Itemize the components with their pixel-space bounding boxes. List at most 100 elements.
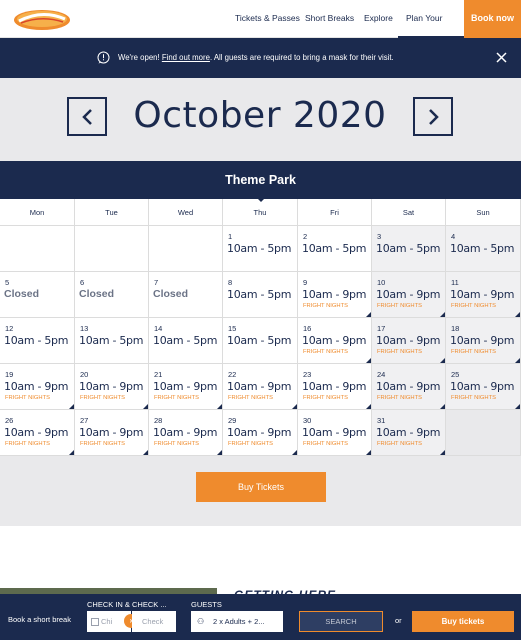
today-marker [257,198,265,202]
calendar-day-cell[interactable]: 5 Closed [0,272,75,318]
opening-hours: Closed [153,288,189,300]
calendar-day-cell[interactable]: 12 10am - 5pm [0,318,75,364]
event-corner-marker [440,358,445,363]
opening-hours: 10am - 9pm [450,288,515,301]
calendar-day-cell[interactable]: 2 10am - 5pm [298,226,372,272]
day-number: 10 [377,278,386,287]
day-of-week-thu: Thu [223,199,298,226]
event-tag: FRIGHT NIGHTS [5,395,50,401]
day-number: 2 [303,232,308,241]
calendar-day-cell[interactable]: 17 10am - 9pm FRIGHT NIGHTS [372,318,446,364]
opening-hours: 10am - 5pm [227,242,292,255]
opening-hours: 10am - 9pm [376,288,441,301]
month-title: October 2020 [133,95,387,136]
event-tag: FRIGHT NIGHTS [303,395,348,401]
calendar-day-cell[interactable]: 26 10am - 9pm FRIGHT NIGHTS [0,410,75,456]
days-of-week-row: Mon Tue Wed Thu Fri Sat Sun [0,199,521,226]
search-button[interactable]: SEARCH [299,611,383,632]
calendar-day-cell[interactable]: 1 10am - 5pm [223,226,298,272]
calendar-day-cell[interactable]: 30 10am - 9pm FRIGHT NIGHTS [298,410,372,456]
opening-hours: 10am - 9pm [4,426,69,439]
close-icon[interactable] [496,52,507,63]
buy-tickets-button[interactable]: Buy Tickets [196,472,326,502]
booking-bar-label: Book a short break [8,615,71,624]
calendar-day-cell[interactable]: 6 Closed [75,272,149,318]
calendar-day-cell[interactable]: 7 Closed [149,272,223,318]
opening-hours: Closed [4,288,40,300]
day-number: 17 [377,324,386,333]
next-month-button[interactable] [413,97,453,136]
day-number: 28 [154,416,163,425]
event-corner-marker [69,450,74,455]
opening-hours: 10am - 5pm [79,334,144,347]
book-now-button[interactable]: Book now [464,0,521,38]
notice-bar: We're open! Find out more. All guests ar… [0,38,521,78]
calendar-day-cell[interactable]: 14 10am - 5pm [149,318,223,364]
event-tag: FRIGHT NIGHTS [451,395,496,401]
calendar-day-cell[interactable]: 3 10am - 5pm [372,226,446,272]
calendar-day-cell[interactable]: 20 10am - 9pm FRIGHT NIGHTS [75,364,149,410]
event-tag: FRIGHT NIGHTS [80,395,125,401]
calendar-day-cell[interactable]: 18 10am - 9pm FRIGHT NIGHTS [446,318,521,364]
calendar-day-cell[interactable]: 15 10am - 5pm [223,318,298,364]
calendar-day-cell[interactable]: 29 10am - 9pm FRIGHT NIGHTS [223,410,298,456]
calendar-empty-cell [446,410,521,456]
check-out-field[interactable]: Check [132,611,176,632]
opening-hours: 10am - 9pm [79,380,144,393]
calendar-day-cell[interactable]: 31 10am - 9pm FRIGHT NIGHTS [372,410,446,456]
calendar-day-cell[interactable]: 25 10am - 9pm FRIGHT NIGHTS [446,364,521,410]
nav-tickets-passes[interactable]: Tickets & Passes [235,0,300,38]
day-number: 15 [228,324,237,333]
event-tag: FRIGHT NIGHTS [228,395,273,401]
event-corner-marker [292,450,297,455]
calendar-empty-cell [75,226,149,272]
day-number: 7 [154,278,159,287]
event-corner-marker [440,404,445,409]
event-tag: FRIGHT NIGHTS [154,441,199,447]
event-corner-marker [366,450,371,455]
opening-hours: 10am - 5pm [227,334,292,347]
day-of-week-sat: Sat [372,199,446,226]
day-number: 13 [80,324,89,333]
guests-field[interactable]: ⚇ 2 x Adults + 2... [191,611,283,632]
event-corner-marker [292,404,297,409]
calendar-day-cell[interactable]: 24 10am - 9pm FRIGHT NIGHTS [372,364,446,410]
booking-bar-buy-tickets-button[interactable]: Buy tickets [412,611,514,632]
opening-hours: 10am - 5pm [4,334,69,347]
calendar-day-cell[interactable]: 13 10am - 5pm [75,318,149,364]
calendar-day-cell[interactable]: 11 10am - 9pm FRIGHT NIGHTS [446,272,521,318]
calendar-day-cell[interactable]: 10 10am - 9pm FRIGHT NIGHTS [372,272,446,318]
site-header: Tickets & Passes Short Breaks Explore Pl… [0,0,521,59]
chevron-right-icon [429,109,439,125]
previous-month-button[interactable] [67,97,107,136]
thorpe-park-logo[interactable] [13,7,71,32]
day-of-week-tue: Tue [75,199,149,226]
calendar-day-cell[interactable]: 23 10am - 9pm FRIGHT NIGHTS [298,364,372,410]
calendar-day-cell[interactable]: 16 10am - 9pm FRIGHT NIGHTS [298,318,372,364]
day-number: 9 [303,278,308,287]
calendar-day-cell[interactable]: 22 10am - 9pm FRIGHT NIGHTS [223,364,298,410]
day-number: 3 [377,232,382,241]
calendar-day-cell[interactable]: 4 10am - 5pm [446,226,521,272]
calendar-footer: Buy Tickets [0,456,521,526]
calendar-day-cell[interactable]: 19 10am - 9pm FRIGHT NIGHTS [0,364,75,410]
notice-text-tail: . All guests are required to bring a mas… [209,53,394,62]
calendar-day-cell[interactable]: 27 10am - 9pm FRIGHT NIGHTS [75,410,149,456]
event-tag: FRIGHT NIGHTS [451,349,496,355]
opening-hours: 10am - 9pm [227,426,292,439]
calendar-day-cell[interactable]: 8 10am - 5pm [223,272,298,318]
nav-explore[interactable]: Explore [364,0,393,38]
calendar-day-cell[interactable]: 9 10am - 9pm FRIGHT NIGHTS [298,272,372,318]
opening-hours: 10am - 9pm [153,426,218,439]
day-number: 22 [228,370,237,379]
calendar-section-title: Theme Park [0,161,521,199]
notice-find-out-more-link[interactable]: Find out more [162,53,210,62]
event-tag: FRIGHT NIGHTS [303,349,348,355]
event-corner-marker [143,404,148,409]
day-of-week-fri: Fri [298,199,372,226]
calendar-day-cell[interactable]: 28 10am - 9pm FRIGHT NIGHTS [149,410,223,456]
nav-plan-your-visit[interactable]: Plan Your Visit [398,0,464,59]
opening-hours: 10am - 9pm [302,380,367,393]
nav-short-breaks[interactable]: Short Breaks [305,0,354,38]
calendar-day-cell[interactable]: 21 10am - 9pm FRIGHT NIGHTS [149,364,223,410]
